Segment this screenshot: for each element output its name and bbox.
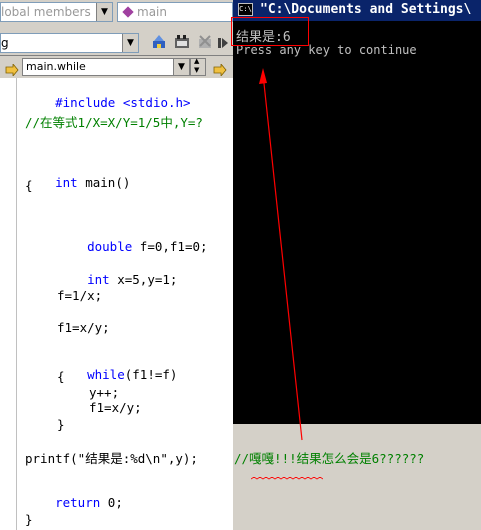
- annotation-arrow: [259, 68, 303, 441]
